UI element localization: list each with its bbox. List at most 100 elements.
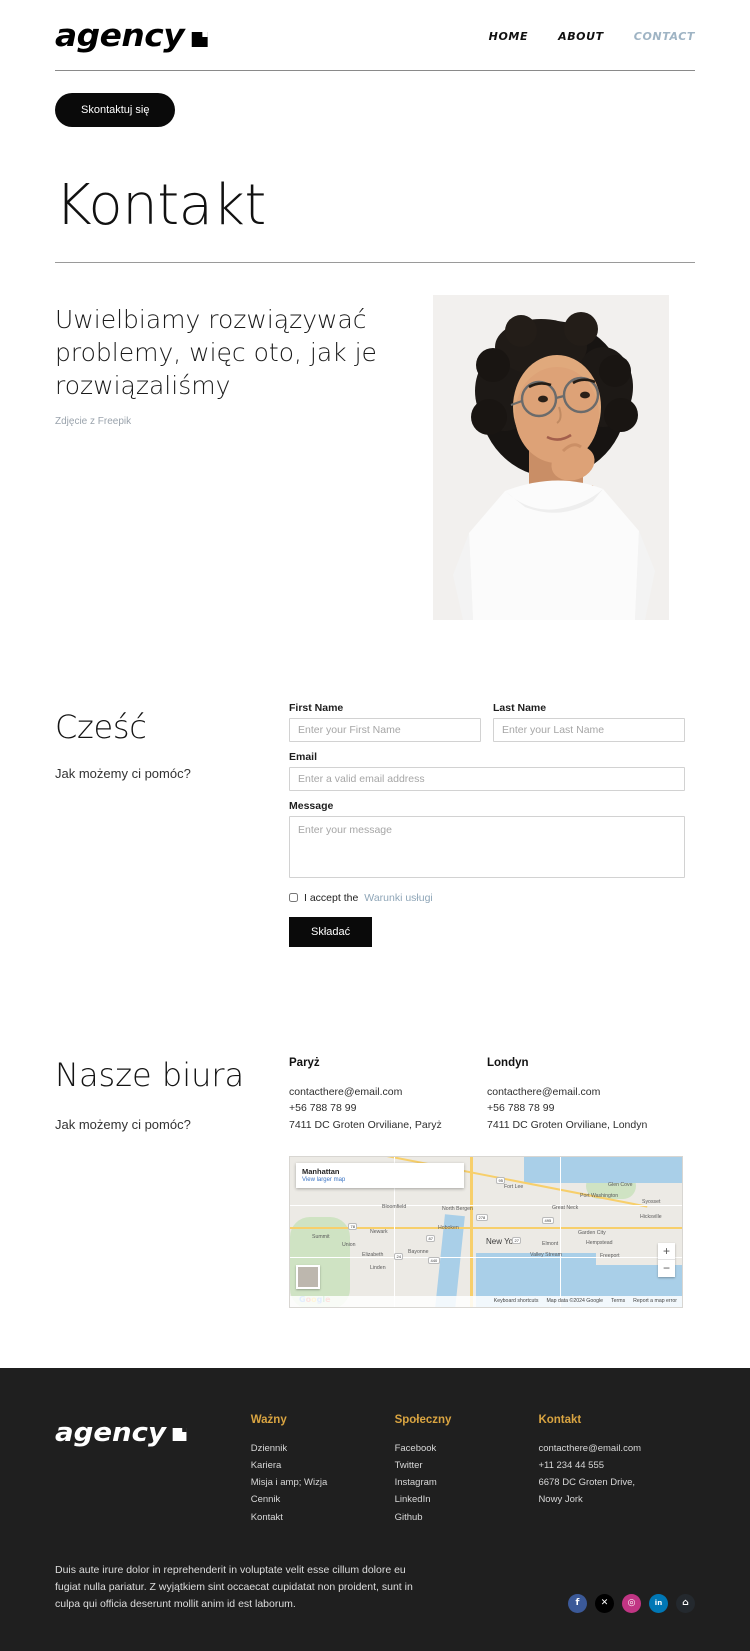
nav-item-about[interactable]: ABOUT <box>558 30 604 43</box>
form-subheading: Jak możemy ci pomóc? <box>55 765 191 781</box>
footer-link-kariera[interactable]: Kariera <box>251 1457 395 1474</box>
map-route-shield: 495 <box>542 1216 554 1224</box>
map-place-label: Bayonne <box>408 1248 429 1255</box>
intro-section: Uwielbiamy rozwiązywać problemy, więc ot… <box>55 294 695 620</box>
github-icon[interactable]: ⌂ <box>676 1593 695 1613</box>
email-input[interactable] <box>289 766 685 791</box>
instagram-icon[interactable]: ◎ <box>622 1593 641 1613</box>
footer-column-social: Społeczny Facebook Twitter Instagram Lin… <box>395 1414 539 1526</box>
submit-button[interactable]: Składać <box>289 916 373 947</box>
footer-contact-email[interactable]: contacthere@email.com <box>538 1440 695 1457</box>
map-zoom-out-button[interactable]: − <box>658 1260 675 1277</box>
first-name-input[interactable] <box>289 717 481 742</box>
footer-link-misja-wizja[interactable]: Misja i amp; Wizja <box>251 1474 395 1491</box>
last-name-input[interactable] <box>493 717 685 742</box>
map-place-label: Freeport <box>600 1252 620 1259</box>
map-place-label: Great Neck <box>552 1204 579 1211</box>
footer-link-kontakt[interactable]: Kontakt <box>251 1509 395 1526</box>
nav-item-contact[interactable]: CONTACT <box>634 30 695 43</box>
intro-heading: Uwielbiamy rozwiązywać problemy, więc ot… <box>55 304 377 400</box>
form-heading: Cześć <box>55 707 147 746</box>
footer-top: agency Ważny Dziennik Kariera Misja i am… <box>55 1414 695 1526</box>
nav-item-home[interactable]: HOME <box>489 30 528 43</box>
footer-column-title: Społeczny <box>394 1413 452 1426</box>
map-road <box>290 1204 682 1206</box>
message-textarea[interactable] <box>289 815 685 878</box>
footer-link-twitter[interactable]: Twitter <box>395 1457 539 1474</box>
offices-heading: Nasze biura <box>55 1055 245 1094</box>
map-route-shield: 278 <box>476 1213 488 1221</box>
first-name-label: First Name <box>289 701 344 714</box>
page-title-divider <box>55 261 695 263</box>
office-phone[interactable]: +56 788 78 99 <box>289 1100 487 1117</box>
map-place-label: Summit <box>312 1233 330 1240</box>
map-attribution-bar: Keyboard shortcuts Map data ©2024 Google… <box>290 1295 682 1307</box>
footer-link-cennik[interactable]: Cennik <box>251 1491 395 1508</box>
main-navigation: HOME ABOUT CONTACT <box>489 30 695 43</box>
footer-link-github[interactable]: Github <box>395 1509 539 1526</box>
office-address: 7411 DC Groten Orviliane, Londyn <box>487 1118 648 1131</box>
offices-columns: Paryż contacthere@email.com +56 788 78 9… <box>289 1057 685 1134</box>
footer-link-dziennik[interactable]: Dziennik <box>251 1440 395 1457</box>
footer-column-title: Ważny <box>250 1413 287 1426</box>
portrait-illustration <box>433 294 669 620</box>
map-place-label: Garden City <box>578 1229 606 1236</box>
map-view-larger-link[interactable]: View larger map <box>302 1177 458 1183</box>
map-place-label: Glen Cove <box>608 1181 633 1188</box>
offices-details: Paryż contacthere@email.com +56 788 78 9… <box>289 1057 685 1308</box>
terms-checkbox[interactable] <box>289 893 298 903</box>
intro-photo <box>433 294 669 620</box>
office-email[interactable]: contacthere@email.com <box>289 1084 487 1101</box>
brand-logo-text: agency <box>55 18 185 54</box>
map-route-shield: 440 <box>428 1256 440 1264</box>
message-label: Message <box>289 799 334 812</box>
map-place-label: Bloomfield <box>382 1203 407 1210</box>
map-terms-link[interactable]: Terms <box>611 1298 625 1304</box>
contact-cta-button[interactable]: Skontaktuj się <box>55 93 176 127</box>
footer-link-linkedin[interactable]: LinkedIn <box>395 1491 539 1508</box>
map-report-error-link[interactable]: Report a map error <box>633 1298 677 1304</box>
footer-contact-phone[interactable]: +11 234 44 555 <box>538 1457 695 1474</box>
map-place-label: Elmont <box>542 1240 559 1247</box>
cta-row: Skontaktuj się <box>55 93 695 127</box>
terms-accept-row: I accept the Warunki usługi <box>289 892 685 904</box>
map-place-label: Hempstead <box>586 1239 613 1246</box>
footer-brand[interactable]: agency <box>55 1414 251 1526</box>
map-card-title: Manhattan <box>302 1166 340 1176</box>
brand-logo[interactable]: agency <box>55 18 208 54</box>
footer-logo[interactable]: agency <box>55 1418 262 1448</box>
footer-contact-address-line1: 6678 DC Groten Drive, <box>538 1477 636 1489</box>
google-map-embed[interactable]: New York Fort Lee Glen Cove Port Washingto… <box>289 1155 683 1308</box>
map-place-label: Fort Lee <box>504 1183 524 1190</box>
terms-of-service-link[interactable]: Warunki usługi <box>364 892 432 904</box>
map-road <box>560 1156 562 1307</box>
linkedin-icon[interactable]: in <box>649 1593 668 1613</box>
map-data-attribution: Map data ©2024 Google <box>546 1298 604 1305</box>
office-email[interactable]: contacthere@email.com <box>487 1084 685 1101</box>
page-title-block: Kontakt <box>55 176 695 262</box>
map-info-card[interactable]: Manhattan View larger map <box>296 1162 464 1188</box>
map-street-view-thumbnail[interactable] <box>296 1264 320 1289</box>
name-field-row: First Name Last Name <box>289 702 685 751</box>
footer-link-facebook[interactable]: Facebook <box>395 1440 539 1457</box>
footer-social-icons: f ✕ ◎ in ⌂ <box>568 1593 695 1613</box>
footer-link-instagram[interactable]: Instagram <box>395 1474 539 1491</box>
office-phone[interactable]: +56 788 78 99 <box>487 1100 685 1117</box>
map-place-label: Newark <box>370 1228 388 1235</box>
header-row: agency HOME ABOUT CONTACT <box>55 18 695 70</box>
map-place-label: Union <box>342 1241 356 1248</box>
office-city: Londyn <box>487 1056 529 1069</box>
map-place-label: Linden <box>370 1264 386 1271</box>
email-label: Email <box>289 750 318 763</box>
map-place-label: North Bergen <box>442 1205 473 1212</box>
facebook-icon[interactable]: f <box>568 1593 587 1613</box>
map-zoom-controls[interactable]: + − <box>658 1242 675 1277</box>
map-keyboard-shortcuts[interactable]: Keyboard shortcuts <box>494 1298 539 1304</box>
map-route-shield: 87 <box>426 1234 436 1242</box>
contact-form-section: Cześć Jak możemy ci pomóc? First Name La… <box>55 702 695 947</box>
map-zoom-in-button[interactable]: + <box>658 1243 675 1260</box>
office-address: 7411 DC Groten Orviliane, Paryż <box>289 1118 442 1131</box>
form-intro-block: Cześć Jak możemy ci pomóc? <box>55 702 267 947</box>
map-route-shield: 24 <box>394 1252 404 1260</box>
x-twitter-icon[interactable]: ✕ <box>595 1593 614 1613</box>
